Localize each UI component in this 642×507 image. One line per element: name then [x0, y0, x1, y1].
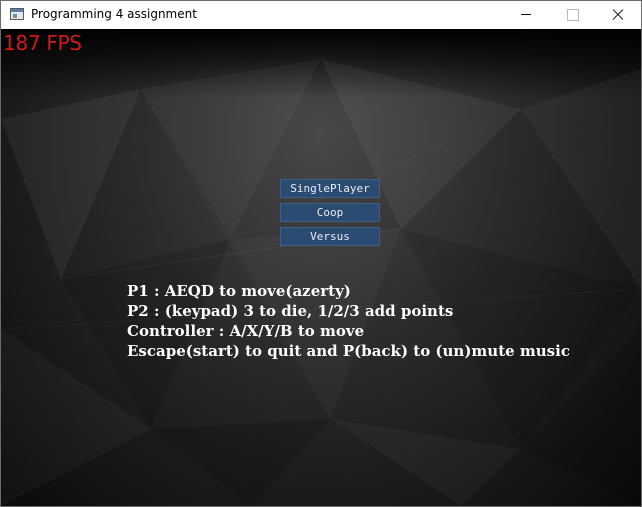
title-bar[interactable]: Programming 4 assignment: [1, 1, 641, 29]
instruction-controller: Controller : A/X/Y/B to move: [127, 322, 365, 340]
polygon-background: [1, 59, 641, 506]
singleplayer-button[interactable]: SinglePlayer: [280, 179, 380, 198]
maximize-button[interactable]: [549, 1, 595, 29]
app-icon: [10, 8, 24, 20]
game-viewport: 187 FPS SinglePlayer Coop Versus P1 : AE…: [1, 29, 641, 506]
instruction-p2: P2 : (keypad) 3 to die, 1/2/3 add points: [127, 302, 454, 320]
instruction-escape: Escape(start) to quit and P(back) to (un…: [127, 342, 570, 360]
versus-button[interactable]: Versus: [280, 227, 380, 246]
minimize-button[interactable]: [503, 1, 549, 29]
window-title: Programming 4 assignment: [31, 7, 197, 21]
instructions-panel: P1 : AEQD to move(azerty) P2 : (keypad) …: [127, 281, 570, 361]
close-button[interactable]: [595, 1, 641, 29]
instruction-p1: P1 : AEQD to move(azerty): [127, 282, 351, 300]
coop-button[interactable]: Coop: [280, 203, 380, 222]
fps-counter: 187 FPS: [3, 31, 82, 55]
game-window: Programming 4 assignment 187 FPS SingleP…: [0, 0, 642, 507]
